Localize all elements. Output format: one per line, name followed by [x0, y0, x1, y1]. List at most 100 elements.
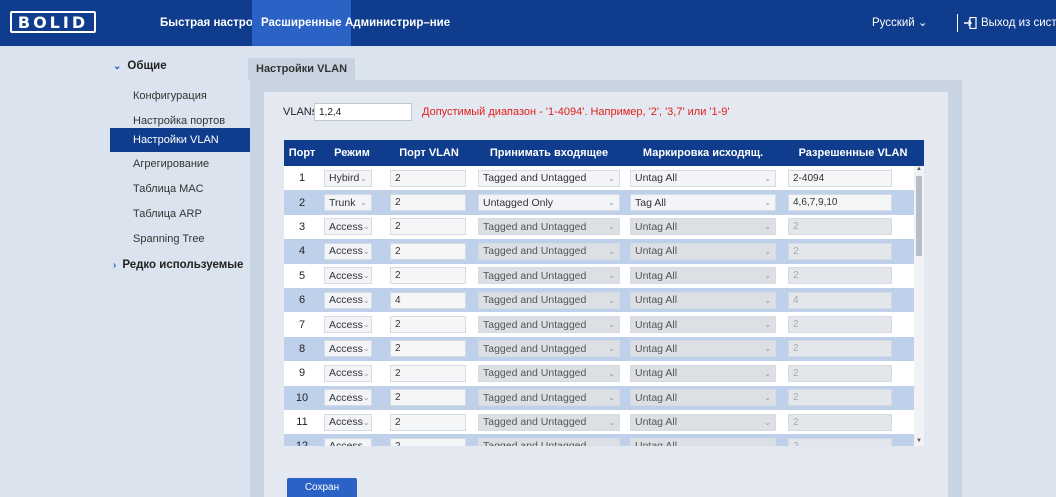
mode-select[interactable]: Access⌄: [324, 437, 372, 446]
sidebar-item-mac-table[interactable]: Таблица MAC: [110, 177, 250, 201]
nav-advanced[interactable]: Расширенные: [252, 0, 351, 46]
egress-select: Untag All ⌄: [630, 267, 776, 285]
mode-value: Access: [329, 367, 363, 380]
chevron-down-icon: ⌄: [362, 295, 370, 305]
port-number: 11: [296, 416, 308, 429]
mode-select[interactable]: Access⌄: [324, 340, 372, 358]
chevron-down-icon: ⌄: [360, 198, 367, 208]
chevron-down-icon: ⌄: [608, 173, 615, 183]
table-scrollbar[interactable]: ▲ ▼: [914, 166, 924, 446]
pvid-input[interactable]: 2: [390, 242, 466, 260]
accept-value: Tagged and Untagged: [483, 172, 587, 185]
sidebar-group-rarely-used[interactable]: › Редко используемые: [113, 259, 243, 271]
table-header-row: Порт Режим Порт VLAN Принимать входящее …: [284, 140, 924, 166]
mode-value: Access: [329, 342, 363, 355]
mode-select[interactable]: Access⌄: [324, 267, 372, 285]
egress-value: Untag All: [635, 269, 678, 282]
pvid-input[interactable]: 2: [390, 169, 466, 187]
bolid-logo: BOLID: [10, 11, 96, 33]
sidebar-item-vlan-settings[interactable]: Настройки VLAN: [110, 128, 250, 152]
sidebar-item-configuration[interactable]: Конфигурация: [110, 84, 250, 108]
mode-value: Trunk: [329, 196, 356, 209]
table-row: 6 Access ⌄ 4 Tagged and Untagged ⌄ Untag All ⌄ 4: [284, 287, 924, 313]
mode-select[interactable]: Access⌄: [324, 364, 372, 382]
vlan-range-hint: Допустимый диапазон - '1-4094'. Например…: [422, 106, 730, 118]
logout-button[interactable]: Выход из системы: [964, 0, 1056, 46]
scroll-up-icon[interactable]: ▲: [915, 166, 923, 172]
chevron-down-icon: ⌄: [362, 246, 370, 256]
column-header-pvid: Порт VLAN: [399, 147, 459, 159]
accept-value: Tagged and Untagged: [483, 391, 587, 404]
scrollbar-thumb[interactable]: [916, 176, 922, 256]
scroll-down-icon[interactable]: ▼: [915, 438, 923, 444]
egress-value: Untag All: [635, 318, 678, 331]
chevron-down-icon: ⌄: [764, 295, 771, 305]
sidebar-group-general[interactable]: ⌄ Общие: [113, 60, 167, 72]
vlans-input[interactable]: 1,2,4: [314, 103, 412, 121]
save-button[interactable]: Сохран: [287, 478, 357, 497]
mode-select[interactable]: Hybird ⌄: [324, 169, 372, 187]
column-header-mode: Режим: [334, 147, 370, 159]
pvid-input[interactable]: 2: [390, 340, 466, 358]
mode-select[interactable]: Trunk ⌄: [324, 194, 372, 212]
nav-administration[interactable]: Администрир–ние: [345, 0, 450, 46]
egress-select: Untag All ⌄: [630, 364, 776, 382]
port-number: 12: [284, 434, 320, 446]
chevron-down-icon: ⌄: [764, 246, 771, 256]
sidebar-item-aggregation[interactable]: Агрегирование: [110, 152, 250, 176]
pvid-input[interactable]: 2: [390, 389, 466, 407]
egress-select[interactable]: Tag All ⌄: [630, 194, 776, 212]
egress-value: Untag All: [635, 391, 678, 404]
sidebar-group-label: Редко используемые: [122, 259, 244, 271]
mode-value: Access: [329, 416, 363, 429]
pvid-input[interactable]: 4: [390, 291, 466, 309]
allowed-vlan-input: 2: [788, 340, 892, 358]
pvid-input[interactable]: 2: [390, 316, 466, 334]
chevron-down-icon: ⌄: [362, 320, 370, 330]
mode-select[interactable]: Access⌄: [324, 291, 372, 309]
allowed-vlan-input[interactable]: 4,6,7,9,10: [788, 194, 892, 212]
accept-select[interactable]: Tagged and Untagged ⌄: [478, 169, 620, 187]
table-row: 12Access⌄2Tagged and Untagged⌄Untag All⌄…: [284, 434, 924, 446]
table-row: 10 Access ⌄ 2 Tagged and Untagged ⌄ Untag All ⌄…: [284, 385, 924, 410]
accept-select: Tagged and Untagged ⌄: [478, 316, 620, 334]
allowed-vlan-input: 2: [788, 437, 892, 446]
allowed-vlan-input: 2: [788, 413, 892, 431]
egress-select: Untag All ⌄: [630, 291, 776, 309]
egress-value: Untag All: [635, 367, 678, 380]
vlans-label: VLANs: [283, 106, 318, 118]
egress-value: Untag All: [635, 172, 678, 185]
pvid-input[interactable]: 2: [390, 413, 466, 431]
mode-select[interactable]: Access⌄: [324, 389, 372, 407]
pvid-input[interactable]: 2: [390, 364, 466, 382]
pvid-input[interactable]: 2: [390, 437, 466, 446]
allowed-vlan-input: 2: [788, 267, 892, 285]
pvid-input[interactable]: 2: [390, 218, 466, 236]
egress-value: Untag All: [635, 342, 678, 355]
sidebar-item-arp-table[interactable]: Таблица ARP: [110, 202, 250, 226]
chevron-down-icon: ⌄: [608, 295, 615, 305]
chevron-down-icon: ⌄: [362, 271, 370, 281]
egress-select: Untag All ⌄: [630, 316, 776, 334]
pvid-input[interactable]: 2: [390, 194, 466, 212]
mode-select[interactable]: Access⌄: [324, 218, 372, 236]
tab-vlan-settings[interactable]: Настройки VLAN: [248, 58, 356, 80]
table-row: 11 Access ⌄ 2 Tagged and Untagged ⌄ Untag All ⌄…: [284, 409, 924, 435]
pvid-input[interactable]: 2: [390, 267, 466, 285]
language-select[interactable]: Русский ⌄: [872, 0, 928, 46]
port-number: 6: [298, 294, 306, 307]
allowed-vlan-input: 4: [788, 291, 892, 309]
egress-select[interactable]: Untag All ⌄: [630, 169, 776, 187]
sidebar-item-spanning-tree[interactable]: Spanning Tree: [110, 227, 250, 251]
chevron-down-icon: ⌄: [764, 320, 771, 330]
chevron-down-icon: ⌄: [608, 442, 615, 446]
mode-select[interactable]: Access⌄: [324, 413, 372, 431]
egress-value: Tag All: [635, 196, 666, 209]
accept-select[interactable]: Untagged Only ⌄: [478, 194, 620, 212]
chevron-down-icon: ⌄: [363, 442, 370, 446]
allowed-vlan-input[interactable]: 2-4094: [788, 169, 892, 187]
mode-value: Access: [329, 318, 363, 331]
chevron-down-icon: ⌄: [362, 368, 370, 378]
mode-select[interactable]: Access⌄: [324, 242, 372, 260]
mode-select[interactable]: Access⌄: [324, 316, 372, 334]
